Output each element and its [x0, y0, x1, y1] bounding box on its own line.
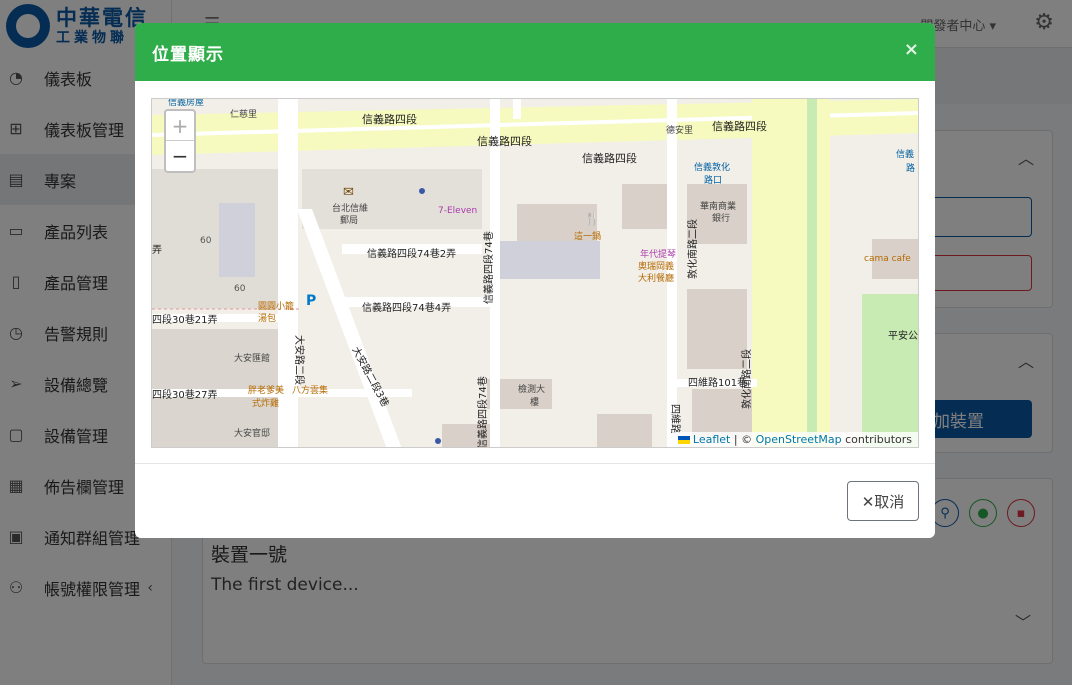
zoom-in-button[interactable]: + [166, 111, 194, 141]
map-label-road: 信義路四段 [712, 119, 767, 133]
map-label-poi: 路口 [704, 174, 722, 186]
map-label-road: 四段30巷21弄 [152, 313, 217, 326]
attribution-tail: contributors [841, 433, 912, 446]
map-label-poi: 平安公 [888, 329, 918, 342]
map-label-road: 大安路二段 [293, 335, 306, 385]
map-label-poi: 年代提琴 [640, 248, 676, 260]
map-label-road: 信義路四段 [362, 112, 417, 126]
location-modal: 位置顯示 × 信義路四段 信義路四段 信義路四段 信義路四段 仁慈里 德安里 信… [135, 23, 935, 538]
map-label-road: 四維路101巷 [688, 376, 747, 389]
map-label-road: 信義路四段 [477, 134, 532, 148]
ukraine-flag-icon [677, 436, 690, 444]
map-label-poi: 檢測大 [518, 383, 545, 395]
modal-footer-divider [135, 463, 935, 464]
map-label-poi: 圓圓小籠 [258, 300, 294, 312]
map-label-poi: 信義敦化 [694, 161, 730, 173]
map-label-road: 信義路四段74巷4弄 [362, 301, 451, 314]
map-dot [419, 188, 425, 194]
post-office-icon: ✉ [343, 185, 354, 200]
close-icon[interactable]: × [904, 39, 919, 60]
map-label-road: 四維路 [669, 404, 682, 434]
map-label-road: 敦化南路二段 [686, 219, 699, 279]
map-label-num: 60 [200, 236, 212, 246]
cancel-button[interactable]: ✕取消 [847, 481, 919, 521]
map-label-poi: 大安匯館 [234, 352, 270, 364]
map-label-road: 信義路四段74巷 [476, 376, 489, 448]
map-label-poi: 郵局 [340, 214, 358, 226]
map-label-road: 信義路四段74巷2弄 [367, 247, 456, 260]
map-label-place: 仁慈里 [230, 108, 257, 120]
map-label-poi: 大安官邸 [234, 427, 270, 439]
map-label-poi: 銀行 [712, 212, 730, 224]
map-label-road: 弄 [152, 244, 162, 256]
map-label-poi: cama cafe [864, 254, 911, 264]
map-label-poi: 奧瑞岡義 [638, 260, 674, 272]
map-label-road: 信義路四段 [582, 151, 637, 165]
map-label-road: 信義路四段74巷 [482, 231, 495, 304]
map-attribution: Leaflet | © OpenStreetMap contributors [671, 432, 918, 447]
map-label-poi: 華南商業 [700, 200, 736, 212]
map-view[interactable]: 信義路四段 信義路四段 信義路四段 信義路四段 仁慈里 德安里 信義房屋 台北信… [151, 98, 919, 448]
map-dot [435, 438, 441, 444]
modal-title: 位置顯示 [152, 44, 224, 65]
map-label-poi: 胖老爹美 [248, 384, 284, 396]
map-label-poi: 大利餐廳 [638, 272, 674, 284]
map-label-poi: 台北信維 [332, 202, 368, 214]
osm-link[interactable]: OpenStreetMap [756, 433, 842, 446]
map-label-poi: 八方雲集 [292, 384, 328, 396]
map-label-poi: 路 [906, 162, 915, 174]
attribution-sep: | © [730, 433, 756, 446]
map-label-num: 60 [234, 284, 246, 294]
map-label-poi: 7-Eleven [438, 206, 477, 216]
map-label-poi: 樓 [530, 396, 539, 408]
map-label-poi: 信義 [896, 148, 914, 160]
map-label-place: 信義房屋 [168, 99, 204, 108]
map-label-poi: 這一鍋 [574, 230, 601, 242]
map-label-poi: 湯包 [258, 312, 276, 324]
map-label-place: 德安里 [666, 124, 693, 136]
leaflet-link[interactable]: Leaflet [693, 433, 730, 446]
restaurant-icon: 🍴 [584, 211, 600, 227]
zoom-out-button[interactable]: − [166, 141, 194, 171]
map-zoom-control: + − [164, 109, 196, 173]
map-tiles: 信義路四段 信義路四段 信義路四段 信義路四段 仁慈里 德安里 信義房屋 台北信… [152, 99, 918, 448]
map-label-road: 四段30巷27弄 [152, 388, 217, 401]
map-label-poi: 式炸雞 [252, 397, 279, 409]
modal-header: 位置顯示 × [135, 23, 935, 81]
parking-icon: P [306, 293, 316, 309]
